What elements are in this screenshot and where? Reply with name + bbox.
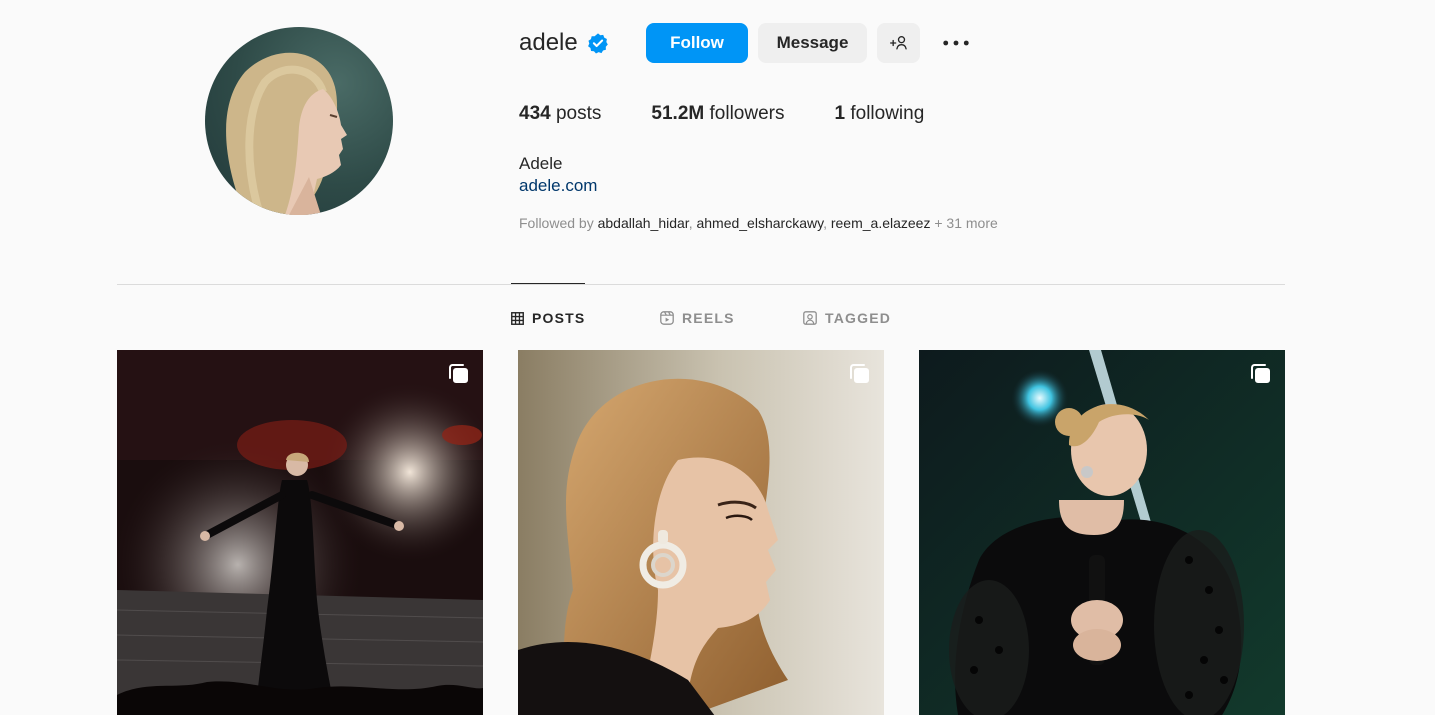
avatar-photo [226,52,347,215]
tagged-icon [803,311,817,325]
tab-posts-label: POSTS [532,310,586,326]
post-photo-concert-stage [117,350,483,715]
post-photo-portrait-earring [518,350,884,715]
followed-by-more: + 31 more [934,215,998,231]
more-options-icon [943,40,969,46]
grid-icon [511,311,524,325]
followed-by-prefix: Followed by [519,215,594,231]
message-button[interactable]: Message [758,23,867,63]
followers-label: followers [709,103,785,124]
tab-posts[interactable]: POSTS [511,308,585,328]
follow-button[interactable]: Follow [646,23,748,63]
following-count: 1 [834,103,846,124]
posts-count: 434 [519,103,551,124]
followed-by[interactable]: Followed by abdallah_hidar, ahmed_elshar… [519,215,998,231]
post-photo-performer-microphone [919,350,1285,715]
following-stat[interactable]: 1 following [834,103,924,125]
post-tile[interactable] [117,350,483,715]
posts-stat: 434 posts [519,103,601,125]
profile-avatar[interactable] [205,27,393,215]
full-name: Adele [519,154,563,173]
carousel-icon [850,364,869,383]
carousel-icon [1251,364,1270,383]
followed-by-name: abdallah_hidar [597,215,689,231]
verified-badge-icon [587,32,609,54]
followers-stat[interactable]: 51.2M followers [651,103,784,125]
tab-reels-label: REELS [682,310,735,326]
posts-label: posts [555,103,602,124]
active-tab-indicator [511,283,585,284]
reels-icon [660,311,674,325]
profile-page: adele Follow Message 434 posts 51.2M fol… [0,0,1435,715]
followers-count: 51.2M [651,103,705,124]
tab-tagged-label: TAGGED [825,310,892,326]
profile-stats: 434 posts 51.2M followers 1 following [519,101,974,127]
suggested-accounts-button[interactable] [877,23,920,63]
followed-by-name: reem_a.elazeez [830,215,931,231]
carousel-icon [449,364,468,383]
add-person-icon [889,36,907,50]
post-tile[interactable] [919,350,1285,715]
following-label: following [850,103,925,124]
tabs-divider [117,284,1285,285]
username: adele [519,29,578,56]
website-link[interactable]: adele.com [519,176,597,196]
username-row: adele [519,23,609,63]
more-options-button[interactable] [936,30,976,56]
tab-reels[interactable]: REELS [660,308,735,328]
post-tile[interactable] [518,350,884,715]
followed-by-name: ahmed_elsharckawy [696,215,824,231]
tab-tagged[interactable]: TAGGED [803,308,891,328]
